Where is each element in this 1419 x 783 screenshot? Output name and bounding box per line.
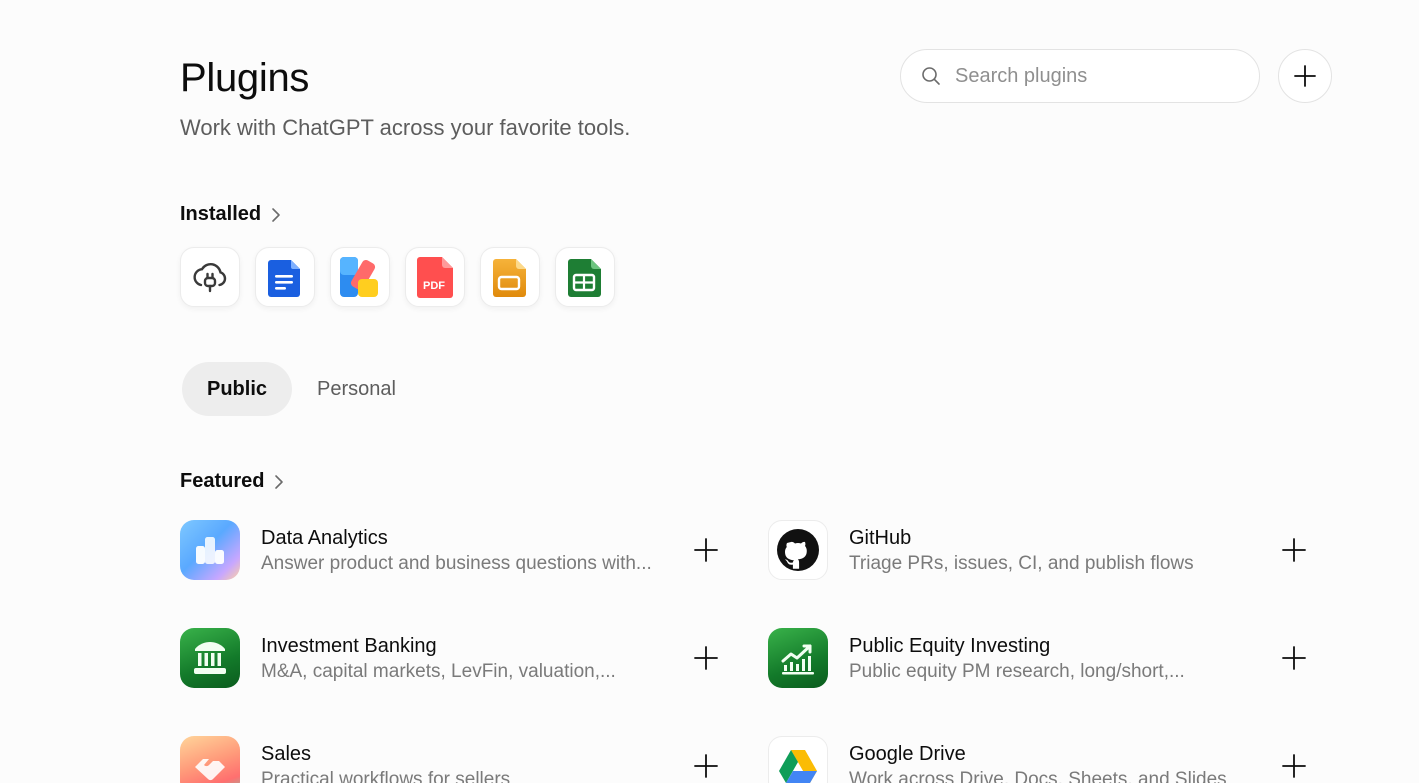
- plugin-item-public-equity-investing[interactable]: Public Equity Investing Public equity PM…: [768, 627, 1308, 689]
- featured-heading[interactable]: Featured: [180, 470, 284, 493]
- chart-up-icon: [768, 628, 828, 688]
- plugin-name: Data Analytics: [261, 526, 388, 549]
- data-analytics-icon: [180, 520, 240, 580]
- tab-personal[interactable]: Personal: [292, 362, 421, 416]
- installed-heading-label: Installed: [180, 203, 262, 225]
- plugin-item-investment-banking[interactable]: Investment Banking M&A, capital markets,…: [180, 627, 720, 689]
- plugin-item-sales[interactable]: Sales Practical workflows for sellers: [180, 735, 720, 783]
- add-plugin-button[interactable]: [1278, 49, 1332, 103]
- plus-icon: [694, 538, 718, 562]
- cloud-plug-icon: [193, 263, 227, 293]
- installed-plugin-pdf[interactable]: PDF: [405, 247, 465, 307]
- add-plugin-public-equity-investing-button[interactable]: [1280, 644, 1308, 672]
- featured-heading-label: Featured: [180, 470, 265, 492]
- plugin-item-data-analytics[interactable]: Data Analytics Answer product and busine…: [180, 519, 720, 581]
- chevron-right-icon: [271, 207, 281, 223]
- plugin-description: Answer product and business questions wi…: [261, 552, 652, 574]
- google-drive-icon: [768, 736, 828, 783]
- plugin-name: Public Equity Investing: [849, 634, 1051, 657]
- docs-icon: [268, 260, 300, 297]
- pdf-label: PDF: [423, 280, 445, 292]
- plugin-item-github[interactable]: GitHub Triage PRs, issues, CI, and publi…: [768, 519, 1308, 581]
- github-icon: [768, 520, 828, 580]
- plugin-item-google-drive[interactable]: Google Drive Work across Drive, Docs, Sh…: [768, 735, 1308, 783]
- installed-plugin-cloud[interactable]: [180, 247, 240, 307]
- installed-heading[interactable]: Installed: [180, 203, 281, 226]
- bank-icon: [180, 628, 240, 688]
- add-plugin-data-analytics-button[interactable]: [692, 536, 720, 564]
- plugin-description: Public equity PM research, long/short,..…: [849, 660, 1185, 682]
- search-icon: [922, 67, 940, 85]
- handshake-icon: [180, 736, 240, 783]
- plugin-description: Practical workflows for sellers: [261, 768, 511, 783]
- pdf-icon: PDF: [417, 257, 453, 298]
- installed-plugin-docs[interactable]: [255, 247, 315, 307]
- installed-plugins: PDF: [180, 247, 615, 307]
- add-plugin-google-drive-button[interactable]: [1280, 752, 1308, 780]
- installed-plugin-design[interactable]: [330, 247, 390, 307]
- plugin-description: M&A, capital markets, LevFin, valuation,…: [261, 660, 616, 682]
- plugin-name: Sales: [261, 742, 312, 765]
- plus-icon: [694, 646, 718, 670]
- plugin-name: Investment Banking: [261, 634, 437, 657]
- design-icon: [340, 257, 378, 297]
- plus-icon: [1282, 538, 1306, 562]
- chevron-right-icon: [274, 474, 284, 490]
- plus-icon: [1282, 646, 1306, 670]
- slides-icon: [493, 259, 526, 297]
- plugin-tabs: Public Personal: [182, 362, 421, 416]
- search-input[interactable]: [955, 64, 1235, 88]
- tab-public[interactable]: Public: [182, 362, 293, 416]
- plugin-name: GitHub: [849, 526, 912, 549]
- add-plugin-sales-button[interactable]: [692, 752, 720, 780]
- plugin-name: Google Drive: [849, 742, 966, 765]
- installed-plugin-slides[interactable]: [480, 247, 540, 307]
- plugin-description: Triage PRs, issues, CI, and publish flow…: [849, 552, 1194, 574]
- plugin-description: Work across Drive, Docs, Sheets, and Sli…: [849, 768, 1227, 783]
- installed-plugin-sheets[interactable]: [555, 247, 615, 307]
- sheets-icon: [568, 259, 601, 297]
- plus-icon: [1282, 754, 1306, 778]
- page-title: Plugins: [180, 56, 310, 100]
- add-plugin-investment-banking-button[interactable]: [692, 644, 720, 672]
- page-header: Plugins Work with ChatGPT across your fa…: [180, 54, 630, 142]
- plus-icon: [1294, 65, 1316, 87]
- add-plugin-github-button[interactable]: [1280, 536, 1308, 564]
- search-box[interactable]: [900, 49, 1260, 103]
- plus-icon: [694, 754, 718, 778]
- page-subtitle: Work with ChatGPT across your favorite t…: [180, 115, 631, 140]
